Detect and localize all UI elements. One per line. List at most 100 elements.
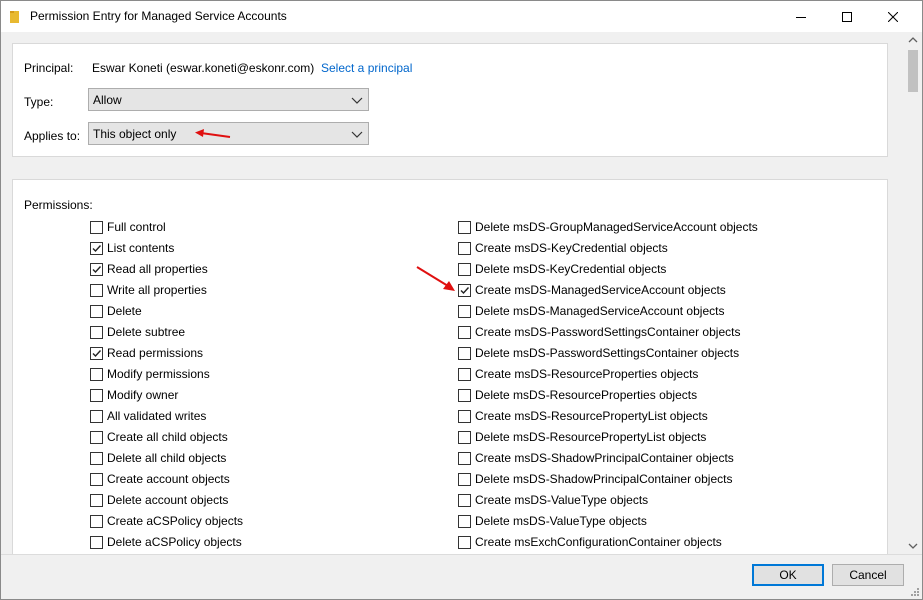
checkbox-unchecked[interactable]: [90, 451, 103, 465]
checkbox-unchecked[interactable]: [458, 346, 471, 360]
checkmark-icon: [92, 265, 102, 273]
checkbox-unchecked[interactable]: [90, 430, 103, 444]
checkbox-unchecked[interactable]: [458, 220, 471, 234]
chevron-down-icon: [351, 131, 363, 138]
permission-item[interactable]: Create account objects: [90, 470, 230, 488]
permission-item[interactable]: Read all properties: [90, 260, 208, 278]
checkbox-unchecked[interactable]: [90, 220, 103, 234]
checkbox-unchecked[interactable]: [90, 535, 103, 549]
checkbox-checked[interactable]: [90, 241, 103, 255]
minimize-button[interactable]: [778, 1, 824, 32]
permission-item[interactable]: Delete msDS-ResourcePropertyList objects: [458, 428, 706, 446]
permission-item[interactable]: Create msExchConfigurationContainer obje…: [458, 533, 722, 551]
applies-to-value: This object only: [93, 127, 177, 141]
checkbox-unchecked[interactable]: [90, 514, 103, 528]
applies-to-label: Applies to:: [24, 129, 81, 143]
permission-label: Delete: [107, 304, 142, 318]
checkmark-icon: [92, 349, 102, 357]
folder-icon: [10, 11, 19, 23]
permission-label: Create account objects: [107, 472, 230, 486]
checkbox-unchecked[interactable]: [458, 535, 471, 549]
checkbox-unchecked[interactable]: [90, 283, 103, 297]
chevron-down-icon: [351, 97, 363, 104]
permission-item[interactable]: Delete all child objects: [90, 449, 226, 467]
select-principal-link[interactable]: Select a principal: [321, 61, 412, 75]
checkbox-checked[interactable]: [90, 262, 103, 276]
checkbox-unchecked[interactable]: [458, 430, 471, 444]
checkbox-unchecked[interactable]: [458, 325, 471, 339]
permission-label: Delete msDS-GroupManagedServiceAccount o…: [475, 220, 758, 234]
checkbox-unchecked[interactable]: [458, 388, 471, 402]
checkbox-unchecked[interactable]: [458, 262, 471, 276]
checkbox-unchecked[interactable]: [90, 367, 103, 381]
cancel-button[interactable]: Cancel: [832, 564, 904, 586]
dialog-content: Principal: Eswar Koneti (eswar.koneti@es…: [1, 32, 904, 559]
permission-item[interactable]: Create msDS-ValueType objects: [458, 491, 648, 509]
scrollbar-thumb[interactable]: [908, 50, 918, 92]
permission-item[interactable]: Delete aCSPolicy objects: [90, 533, 242, 551]
scroll-down-icon[interactable]: [908, 542, 918, 550]
permission-label: Delete msDS-ValueType objects: [475, 514, 647, 528]
permission-item[interactable]: Create aCSPolicy objects: [90, 512, 243, 530]
permission-item[interactable]: Delete msDS-ShadowPrincipalContainer obj…: [458, 470, 732, 488]
type-dropdown[interactable]: Allow: [88, 88, 369, 111]
permission-label: Create msDS-ManagedServiceAccount object…: [475, 283, 726, 297]
permission-item[interactable]: Full control: [90, 218, 166, 236]
permission-item[interactable]: Create all child objects: [90, 428, 228, 446]
permission-label: All validated writes: [107, 409, 207, 423]
permission-item[interactable]: Modify owner: [90, 386, 178, 404]
permission-item[interactable]: Read permissions: [90, 344, 203, 362]
permission-item[interactable]: Create msDS-ShadowPrincipalContainer obj…: [458, 449, 734, 467]
checkbox-unchecked[interactable]: [458, 409, 471, 423]
checkbox-unchecked[interactable]: [458, 367, 471, 381]
permission-item[interactable]: Delete msDS-ValueType objects: [458, 512, 647, 530]
resize-grip-icon[interactable]: [910, 587, 920, 597]
permission-item[interactable]: Modify permissions: [90, 365, 210, 383]
vertical-scrollbar[interactable]: [904, 32, 922, 554]
title-bar[interactable]: Permission Entry for Managed Service Acc…: [1, 1, 922, 32]
permission-item[interactable]: Create msDS-ManagedServiceAccount object…: [458, 281, 726, 299]
checkbox-unchecked[interactable]: [90, 325, 103, 339]
permission-item[interactable]: Delete msDS-PasswordSettingsContainer ob…: [458, 344, 739, 362]
permission-label: Delete aCSPolicy objects: [107, 535, 242, 549]
permission-item[interactable]: Delete msDS-ResourceProperties objects: [458, 386, 697, 404]
checkbox-unchecked[interactable]: [90, 493, 103, 507]
permission-item[interactable]: Delete account objects: [90, 491, 228, 509]
checkbox-checked[interactable]: [90, 346, 103, 360]
permission-item[interactable]: Delete subtree: [90, 323, 185, 341]
permissions-panel: Permissions: Full control List contents Re…: [12, 179, 888, 559]
permission-label: Delete msDS-KeyCredential objects: [475, 262, 667, 276]
permission-item[interactable]: Delete: [90, 302, 142, 320]
permission-item[interactable]: Delete msDS-GroupManagedServiceAccount o…: [458, 218, 758, 236]
permission-item[interactable]: Create msDS-ResourceProperties objects: [458, 365, 698, 383]
checkbox-unchecked[interactable]: [90, 388, 103, 402]
permission-item[interactable]: Write all properties: [90, 281, 207, 299]
window-title: Permission Entry for Managed Service Acc…: [30, 9, 287, 23]
ok-button[interactable]: OK: [752, 564, 824, 586]
permission-item[interactable]: Create msDS-PasswordSettingsContainer ob…: [458, 323, 740, 341]
checkbox-unchecked[interactable]: [458, 451, 471, 465]
checkbox-unchecked[interactable]: [458, 241, 471, 255]
checkbox-unchecked[interactable]: [458, 304, 471, 318]
checkbox-unchecked[interactable]: [458, 472, 471, 486]
checkbox-checked[interactable]: [458, 283, 471, 297]
checkbox-unchecked[interactable]: [90, 472, 103, 486]
close-button[interactable]: [870, 1, 916, 32]
principal-label: Principal:: [24, 61, 74, 75]
permission-item[interactable]: Create msDS-KeyCredential objects: [458, 239, 668, 257]
permission-item[interactable]: Delete msDS-ManagedServiceAccount object…: [458, 302, 724, 320]
permission-item[interactable]: List contents: [90, 239, 174, 257]
checkbox-unchecked[interactable]: [458, 514, 471, 528]
permission-item[interactable]: Create msDS-ResourcePropertyList objects: [458, 407, 708, 425]
checkbox-unchecked[interactable]: [90, 409, 103, 423]
permission-label: Create msDS-ResourcePropertyList objects: [475, 409, 708, 423]
maximize-button[interactable]: [824, 1, 870, 32]
checkmark-icon: [460, 286, 470, 294]
permission-item[interactable]: All validated writes: [90, 407, 206, 425]
checkbox-unchecked[interactable]: [90, 304, 103, 318]
permission-item[interactable]: Delete msDS-KeyCredential objects: [458, 260, 666, 278]
checkbox-unchecked[interactable]: [458, 493, 471, 507]
scroll-up-icon[interactable]: [908, 36, 918, 44]
permission-label: Modify owner: [107, 388, 179, 402]
permission-label: Create msDS-ResourceProperties objects: [475, 367, 699, 381]
